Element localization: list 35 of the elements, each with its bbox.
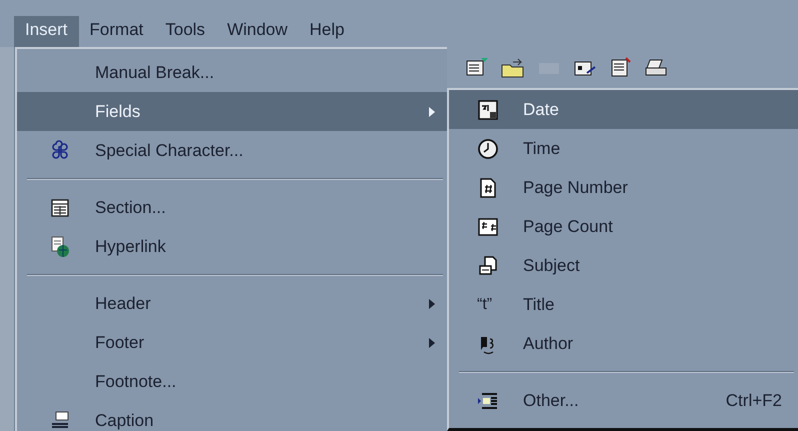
menu-item[interactable]: Other... Ctrl+F2 xyxy=(449,381,798,420)
menu-item[interactable]: Header xyxy=(17,284,447,323)
menu-item[interactable]: Fields xyxy=(17,92,447,131)
table-icon xyxy=(49,196,71,218)
menu-item[interactable]: Subject xyxy=(449,246,798,285)
title-quote-icon: “t” xyxy=(477,292,511,316)
menu-item[interactable]: Section... xyxy=(17,188,447,227)
clock-icon xyxy=(477,138,499,160)
menu-item[interactable]: Page Number xyxy=(449,168,798,207)
menu-item[interactable]: Date xyxy=(449,90,798,129)
menu-item[interactable]: Caption xyxy=(17,401,447,431)
menu-item[interactable]: Page Count xyxy=(449,207,798,246)
menu-bar-item[interactable]: Window xyxy=(216,16,299,47)
menu-item[interactable]: Hyperlink xyxy=(17,227,447,266)
menu-bar-item[interactable]: Tools xyxy=(154,16,216,47)
printer-toolbar-icon[interactable] xyxy=(645,56,669,78)
page-count-icon xyxy=(477,216,499,238)
calendar-icon xyxy=(477,98,499,120)
document-globe-icon xyxy=(49,236,71,258)
document-toolbar-icon[interactable] xyxy=(609,56,633,78)
shortcut-label: Ctrl+F2 xyxy=(726,390,783,412)
menu-item[interactable]: Footnote... xyxy=(17,362,447,401)
menu-item[interactable]: Author xyxy=(449,324,798,363)
menu-item[interactable]: Special Character... xyxy=(17,131,447,170)
document-icon xyxy=(477,254,499,276)
menu-item[interactable]: Manual Break... xyxy=(17,53,447,92)
document-toolbar-icon[interactable] xyxy=(465,56,489,78)
caption-icon xyxy=(49,410,71,431)
folder-toolbar-icon[interactable] xyxy=(501,56,525,78)
menu-bar-item[interactable]: Insert xyxy=(14,16,79,47)
menu-bar-item[interactable]: Help xyxy=(298,16,356,47)
menu-item[interactable]: Time xyxy=(449,129,798,168)
menu-bar-item[interactable]: Format xyxy=(78,16,154,47)
menu-item[interactable]: “t” Title xyxy=(449,285,798,324)
menu-item[interactable]: Footer xyxy=(17,323,447,362)
